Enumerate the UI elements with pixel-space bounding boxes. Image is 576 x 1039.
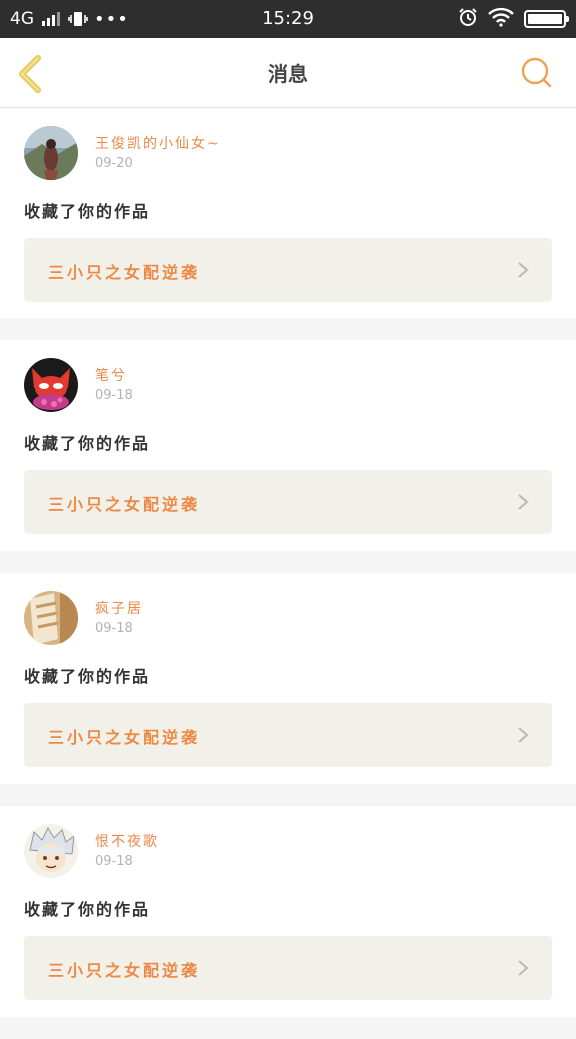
message-date: 09-20 bbox=[95, 156, 133, 171]
username[interactable]: 疯子居 bbox=[95, 598, 143, 618]
work-link[interactable]: 三小只之女配逆袭 bbox=[24, 470, 552, 534]
avatar[interactable] bbox=[24, 824, 78, 878]
message-date: 09-18 bbox=[95, 854, 133, 869]
avatar[interactable] bbox=[24, 358, 78, 412]
work-link[interactable]: 三小只之女配逆袭 bbox=[24, 238, 552, 302]
network-type: 4G bbox=[10, 9, 34, 29]
status-right bbox=[458, 7, 569, 31]
chevron-right-icon bbox=[518, 262, 529, 278]
status-left: 4G ••• bbox=[10, 9, 129, 30]
chevron-right-icon bbox=[518, 960, 529, 976]
battery-icon bbox=[524, 10, 569, 28]
message-date: 09-18 bbox=[95, 388, 133, 403]
signal-icon bbox=[42, 12, 60, 26]
username[interactable]: 王俊凯的小仙女~ bbox=[95, 133, 221, 153]
username[interactable]: 恨不夜歌 bbox=[95, 831, 159, 851]
chevron-right-icon bbox=[518, 494, 529, 510]
action-text: 收藏了你的作品 bbox=[24, 434, 151, 453]
search-icon bbox=[521, 57, 552, 88]
chevron-right-icon bbox=[518, 727, 529, 743]
message-item: 恨不夜歌 09-18 收藏了你的作品 三小只之女配逆袭 bbox=[0, 806, 576, 1017]
message-item: 笔兮 09-18 收藏了你的作品 三小只之女配逆袭 bbox=[0, 340, 576, 551]
status-bar: 4G ••• 15:29 bbox=[0, 0, 576, 38]
alarm-icon bbox=[458, 7, 478, 31]
message-list: 王俊凯的小仙女~ 09-20 收藏了你的作品 三小只之女配逆袭 笔兮 09-18… bbox=[0, 108, 576, 1039]
work-title: 三小只之女配逆袭 bbox=[48, 495, 201, 514]
work-link[interactable]: 三小只之女配逆袭 bbox=[24, 703, 552, 767]
page-title: 消息 bbox=[268, 62, 308, 86]
action-text: 收藏了你的作品 bbox=[24, 202, 151, 221]
message-item: 疯子居 09-18 收藏了你的作品 三小只之女配逆袭 bbox=[0, 573, 576, 784]
work-link[interactable]: 三小只之女配逆袭 bbox=[24, 936, 552, 1000]
avatar[interactable] bbox=[24, 126, 78, 180]
action-text: 收藏了你的作品 bbox=[24, 667, 151, 686]
more-dots-icon: ••• bbox=[94, 8, 129, 30]
vibrate-icon bbox=[68, 10, 88, 28]
wifi-icon bbox=[488, 7, 514, 31]
avatar[interactable] bbox=[24, 591, 78, 645]
action-text: 收藏了你的作品 bbox=[24, 900, 151, 919]
work-title: 三小只之女配逆袭 bbox=[48, 728, 201, 747]
work-title: 三小只之女配逆袭 bbox=[48, 263, 201, 282]
message-date: 09-18 bbox=[95, 621, 133, 636]
nav-header: 消息 bbox=[0, 38, 576, 108]
message-item: 王俊凯的小仙女~ 09-20 收藏了你的作品 三小只之女配逆袭 bbox=[0, 108, 576, 318]
username[interactable]: 笔兮 bbox=[95, 365, 127, 385]
work-title: 三小只之女配逆袭 bbox=[48, 961, 201, 980]
search-button[interactable] bbox=[520, 56, 554, 90]
